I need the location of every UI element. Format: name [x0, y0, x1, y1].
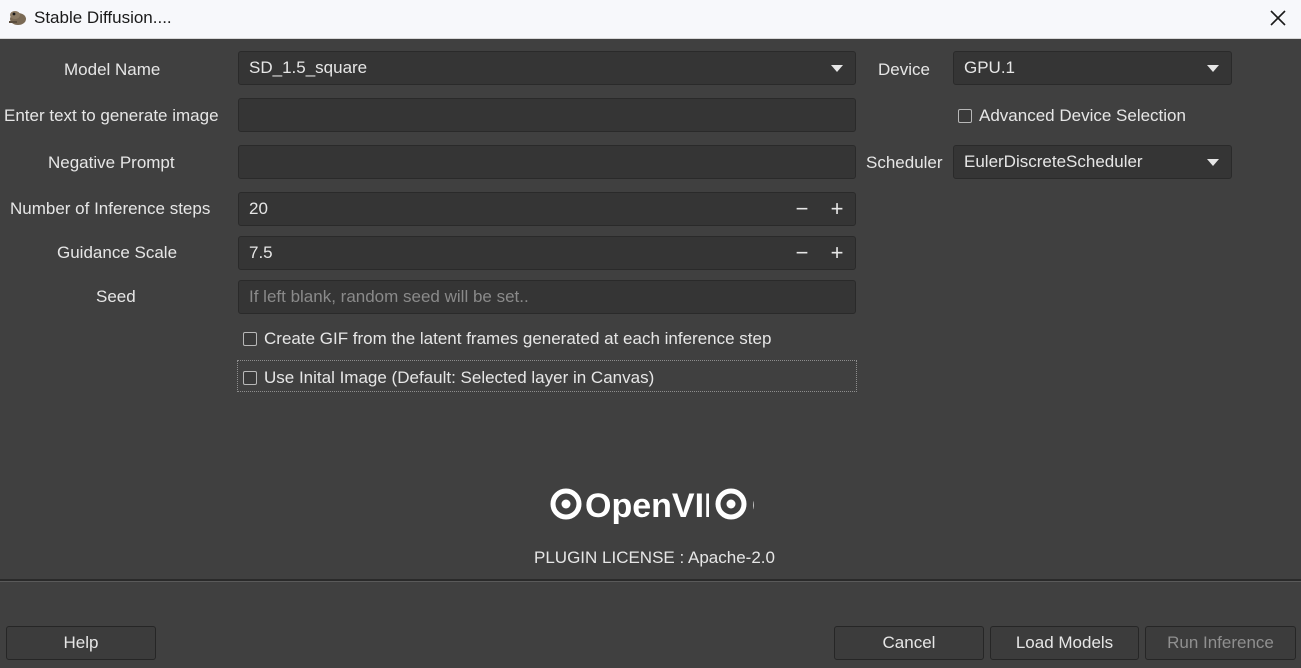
- minus-icon: −: [795, 240, 809, 265]
- model-name-value: SD_1.5_square: [249, 58, 368, 77]
- model-name-dropdown[interactable]: SD_1.5_square: [238, 51, 856, 85]
- plugin-license: PLUGIN LICENSE : Apache-2.0: [534, 548, 775, 567]
- checkbox-box[interactable]: [958, 109, 972, 123]
- seed-label: Seed: [96, 287, 136, 306]
- chevron-down-icon: [1207, 65, 1219, 72]
- inference-steps-value: 20: [249, 199, 268, 218]
- plus-icon: +: [830, 240, 844, 265]
- window-title: Stable Diffusion....: [34, 8, 172, 27]
- scheduler-dropdown[interactable]: EulerDiscreteScheduler: [953, 145, 1232, 179]
- device-value: GPU.1: [964, 58, 1016, 77]
- openvino-logo: OpenVINO: [550, 485, 755, 525]
- inference-steps-decrement-button[interactable]: −: [785, 193, 819, 225]
- guidance-scale-spinner[interactable]: 7.5 − +: [238, 236, 856, 270]
- advanced-device-selection-label: Advanced Device Selection: [979, 106, 1186, 125]
- device-label: Device: [878, 60, 930, 79]
- guidance-scale-label: Guidance Scale: [57, 243, 178, 262]
- seed-input[interactable]: If left blank, random seed will be set..: [238, 280, 856, 314]
- create-gif-checkbox[interactable]: Create GIF from the latent frames genera…: [243, 329, 771, 349]
- inference-steps-spinner[interactable]: 20 − +: [238, 192, 856, 226]
- plus-icon: +: [830, 196, 844, 221]
- title-bar: Stable Diffusion....: [0, 0, 1301, 39]
- run-inference-button[interactable]: Run Inference: [1145, 626, 1296, 660]
- negative-prompt-label: Negative Prompt: [48, 153, 175, 172]
- minus-icon: −: [795, 196, 809, 221]
- checkbox-box[interactable]: [243, 332, 257, 346]
- chevron-down-icon: [831, 65, 843, 72]
- model-name-label: Model Name: [64, 60, 161, 79]
- help-button[interactable]: Help: [6, 626, 156, 660]
- guidance-scale-increment-button[interactable]: +: [820, 237, 854, 269]
- use-initial-image-label: Use Inital Image (Default: Selected laye…: [264, 368, 655, 387]
- scheduler-value: EulerDiscreteScheduler: [964, 152, 1143, 171]
- negative-prompt-input[interactable]: [238, 145, 856, 179]
- prompt-label: Enter text to generate image: [4, 106, 219, 125]
- prompt-input[interactable]: [238, 98, 856, 132]
- chevron-down-icon: [1207, 159, 1219, 166]
- advanced-device-selection-checkbox[interactable]: Advanced Device Selection: [958, 106, 1186, 126]
- checkbox-box[interactable]: [243, 371, 257, 385]
- seed-placeholder: If left blank, random seed will be set..: [249, 287, 529, 306]
- cancel-button[interactable]: Cancel: [834, 626, 984, 660]
- inference-steps-label: Number of Inference steps: [10, 199, 211, 218]
- guidance-scale-value: 7.5: [249, 243, 273, 262]
- scheduler-label: Scheduler: [866, 153, 943, 172]
- close-button[interactable]: [1263, 4, 1293, 32]
- guidance-scale-decrement-button[interactable]: −: [785, 237, 819, 269]
- close-icon: [1270, 10, 1286, 26]
- device-dropdown[interactable]: GPU.1: [953, 51, 1232, 85]
- gimp-icon: [9, 11, 26, 25]
- use-initial-image-checkbox[interactable]: Use Inital Image (Default: Selected laye…: [243, 368, 654, 388]
- load-models-button[interactable]: Load Models: [990, 626, 1139, 660]
- create-gif-label: Create GIF from the latent frames genera…: [264, 329, 772, 348]
- inference-steps-increment-button[interactable]: +: [820, 193, 854, 225]
